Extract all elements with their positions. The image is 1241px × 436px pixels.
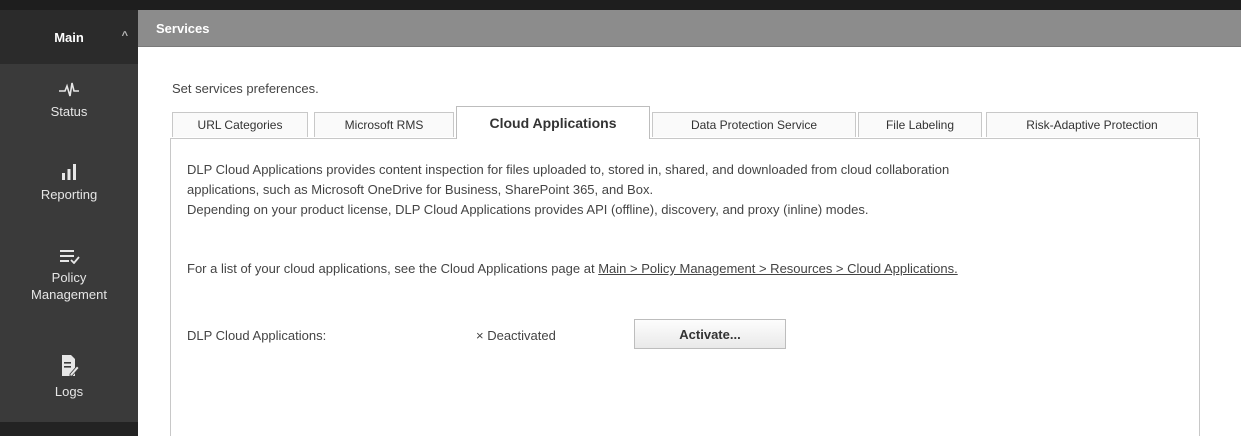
sidebar-next-item bbox=[0, 422, 138, 436]
list-check-icon bbox=[60, 250, 80, 264]
bar-chart-icon bbox=[62, 164, 76, 180]
cloud-applications-page-link[interactable]: Main > Policy Management > Resources > C… bbox=[598, 261, 958, 276]
tab-url-categories[interactable]: URL Categories bbox=[172, 112, 308, 137]
tab-label: URL Categories bbox=[197, 118, 283, 132]
tab-microsoft-rms[interactable]: Microsoft RMS bbox=[314, 112, 454, 137]
sidebar-item-reporting[interactable]: Reporting bbox=[0, 163, 138, 202]
log-document-icon bbox=[62, 355, 79, 377]
chevron-up-icon[interactable]: ^ bbox=[122, 30, 128, 42]
pulse-icon bbox=[59, 82, 79, 97]
sidebar-item-label-line2: Management bbox=[31, 287, 107, 302]
sidebar-header-label: Main bbox=[54, 29, 84, 45]
sidebar-item-label-line1: Policy bbox=[51, 270, 87, 285]
tab-cloud-applications[interactable]: Cloud Applications bbox=[456, 106, 650, 139]
deactivated-status: × Deactivated bbox=[476, 328, 556, 343]
sidebar-item-policy-management[interactable]: Policy Management bbox=[0, 248, 138, 302]
top-bar bbox=[0, 0, 1241, 10]
sidebar-item-status[interactable]: Status bbox=[0, 80, 138, 119]
list-prefix: For a list of your cloud applications, s… bbox=[187, 261, 599, 276]
description-line-3: Depending on your product license, DLP C… bbox=[187, 202, 869, 217]
tab-label: File Labeling bbox=[885, 118, 955, 132]
cloud-apps-list-text: For a list of your cloud applications, s… bbox=[187, 261, 958, 276]
tab-label: Cloud Applications bbox=[489, 115, 617, 131]
activate-button[interactable]: Activate... bbox=[634, 319, 786, 349]
tab-label: Data Protection Service bbox=[690, 118, 818, 132]
page-title: Services bbox=[156, 20, 210, 36]
description-line-2: applications, such as Microsoft OneDrive… bbox=[187, 182, 654, 197]
sidebar-item-label: Reporting bbox=[40, 187, 98, 202]
tab-label: Microsoft RMS bbox=[344, 118, 424, 132]
tab-data-protection-service[interactable]: Data Protection Service bbox=[652, 112, 856, 137]
tab-risk-adaptive-protection[interactable]: Risk-Adaptive Protection bbox=[986, 112, 1198, 137]
dlp-cloud-applications-label: DLP Cloud Applications: bbox=[187, 328, 327, 343]
page-header: Services bbox=[138, 10, 1241, 47]
sidebar: Main ^ Status Reporting Policy Managemen… bbox=[0, 10, 138, 436]
sidebar-item-label: Status bbox=[50, 104, 88, 119]
tab-file-labeling[interactable]: File Labeling bbox=[858, 112, 982, 137]
sidebar-header-main[interactable]: Main ^ bbox=[0, 10, 138, 64]
intro-text: Set services preferences. bbox=[172, 81, 319, 96]
sidebar-item-logs[interactable]: Logs bbox=[0, 354, 138, 399]
sidebar-item-label: Logs bbox=[54, 384, 84, 399]
tab-label: Risk-Adaptive Protection bbox=[1026, 118, 1158, 132]
description-line-1: DLP Cloud Applications provides content … bbox=[187, 162, 950, 177]
